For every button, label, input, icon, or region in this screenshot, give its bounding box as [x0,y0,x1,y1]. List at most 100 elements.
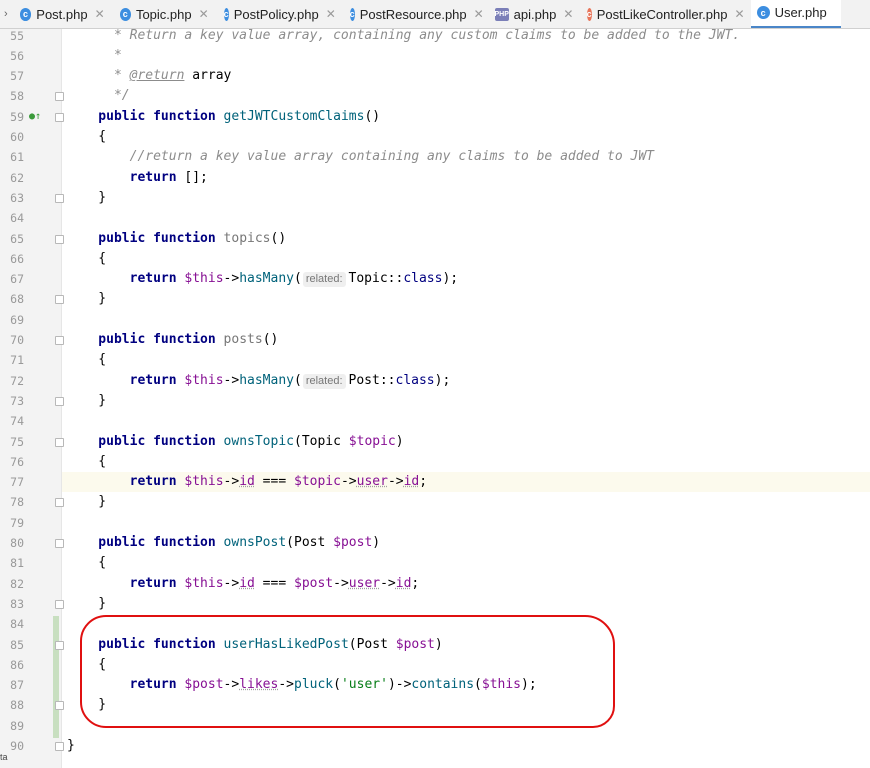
tab-overflow-arrow[interactable]: › [0,8,14,20]
code-line: 55 * Return a key value array, containin… [0,26,870,46]
line-number: 87 [10,678,24,693]
fold-toggle-icon[interactable] [55,498,64,508]
tab-post-php[interactable]: c Post.php ✕ [14,0,114,28]
code-text: return $this->id === $post->user->id; [67,575,420,591]
tab-postpolicy-php[interactable]: c PostPolicy.php ✕ [218,0,344,28]
code-text: } [67,291,107,307]
code-text: //return a key value array containing an… [67,149,654,165]
line-number: 61 [10,150,24,165]
code-text: { [67,250,107,266]
line-number: 89 [10,718,24,733]
code-line: 81 { [0,553,870,573]
code-line: 65 public function topics() [0,229,870,249]
code-text: return $this->hasMany(related: Topic::cla… [67,271,459,288]
code-text: { [67,129,107,144]
class-icon: c [119,7,131,21]
line-number: 73 [10,393,24,408]
fold-toggle-icon[interactable] [55,701,64,711]
tab-api-php[interactable]: PHP api.php ✕ [489,0,581,28]
line-number: 64 [10,211,24,226]
fold-toggle-icon[interactable] [55,742,64,751]
code-line: 69 [0,310,870,330]
fold-toggle-icon[interactable] [55,193,64,203]
code-line: 83 } [0,594,870,614]
line-number: 81 [10,556,24,571]
line-number: 84 [10,617,24,632]
code-line: 61 //return a key value array containing… [0,147,870,167]
class-icon: c [19,7,32,21]
code-text: { [67,555,107,571]
code-text: public function ownsTopic(Topic $topic) [67,433,404,449]
line-number: 62 [10,170,24,185]
close-icon[interactable]: ✕ [474,7,484,21]
line-number: 76 [10,454,24,469]
code-line: 66 { [0,249,870,269]
line-number: 75 [10,434,24,449]
code-text: public function ownsPost(Post $post) [67,535,381,550]
tab-user-php[interactable]: c User.php [750,0,841,28]
fold-toggle-icon[interactable] [55,295,64,305]
line-number: 78 [10,495,24,510]
fold-toggle-icon[interactable] [55,396,64,406]
tab-label: PostPolicy.php [233,6,319,22]
line-number: 88 [10,698,24,713]
line-number: 63 [10,190,24,205]
close-icon[interactable]: ✕ [95,7,105,21]
line-number: 70 [10,333,24,347]
code-line: 78 } [0,492,870,512]
code-line: 75 public function ownsTopic(Topic $topi… [0,432,870,452]
fold-toggle-icon[interactable] [55,92,64,102]
fold-toggle-icon[interactable] [55,599,64,609]
line-number: 77 [10,475,24,490]
class-icon: c [223,7,229,21]
fold-toggle-icon[interactable] [55,112,64,122]
line-number: 82 [10,576,24,591]
fold-toggle-icon[interactable] [55,234,64,244]
line-number: 66 [10,251,24,266]
line-number: 55 [10,28,24,43]
code-text: } [67,392,107,408]
code-line: 80 public function ownsPost(Post $post) [0,533,870,553]
line-number: 83 [10,596,24,611]
close-icon[interactable]: ✕ [735,7,745,21]
close-icon[interactable]: ✕ [326,7,336,21]
code-text: { [67,453,107,469]
line-number: 56 [10,48,24,63]
tab-postresource-php[interactable]: c PostResource.php ✕ [344,0,489,28]
code-text: } [67,738,75,753]
php-file-icon: PHP [494,7,509,21]
fold-toggle-icon[interactable] [55,640,64,650]
implements-icon[interactable]: ●↑ [29,107,41,127]
code-line: 63 } [0,188,870,208]
code-line: 58 */ [0,86,870,106]
close-icon[interactable]: ✕ [563,7,573,21]
code-text: */ [67,88,130,104]
code-line: 76 { [0,452,870,472]
line-number: 86 [10,657,24,672]
fold-toggle-icon[interactable] [55,336,64,345]
tab-label: User.php [774,5,827,20]
code-line: 67 return $this->hasMany(related: Topic::… [0,269,870,289]
code-line: 62 return []; [0,168,870,188]
line-number: 74 [10,414,24,429]
tab-postlikecontroller-php[interactable]: c PostLikeController.php ✕ [581,0,751,28]
close-icon[interactable]: ✕ [199,7,209,21]
line-number: 65 [10,231,24,246]
red-highlight-annotation [80,615,615,728]
tab-topic-php[interactable]: c Topic.php ✕ [114,0,218,28]
code-line: 57 * @return array [0,66,870,86]
code-line: 79 [0,513,870,533]
tab-label: Post.php [36,6,88,22]
code-text: * @return array [67,68,232,84]
tab-label: api.php [513,6,557,22]
tab-label: PostLikeController.php [596,6,728,22]
fold-toggle-icon[interactable] [55,437,64,447]
line-number: 71 [10,353,24,368]
tab-label: Topic.php [135,6,192,22]
fold-toggle-icon[interactable] [55,539,64,548]
corner-text: ta [0,752,8,762]
line-number: 68 [10,292,24,307]
code-line: 56 * [0,46,870,66]
code-line: 72 return $this->hasMany(related: Post::c… [0,371,870,391]
code-text: { [67,352,107,368]
